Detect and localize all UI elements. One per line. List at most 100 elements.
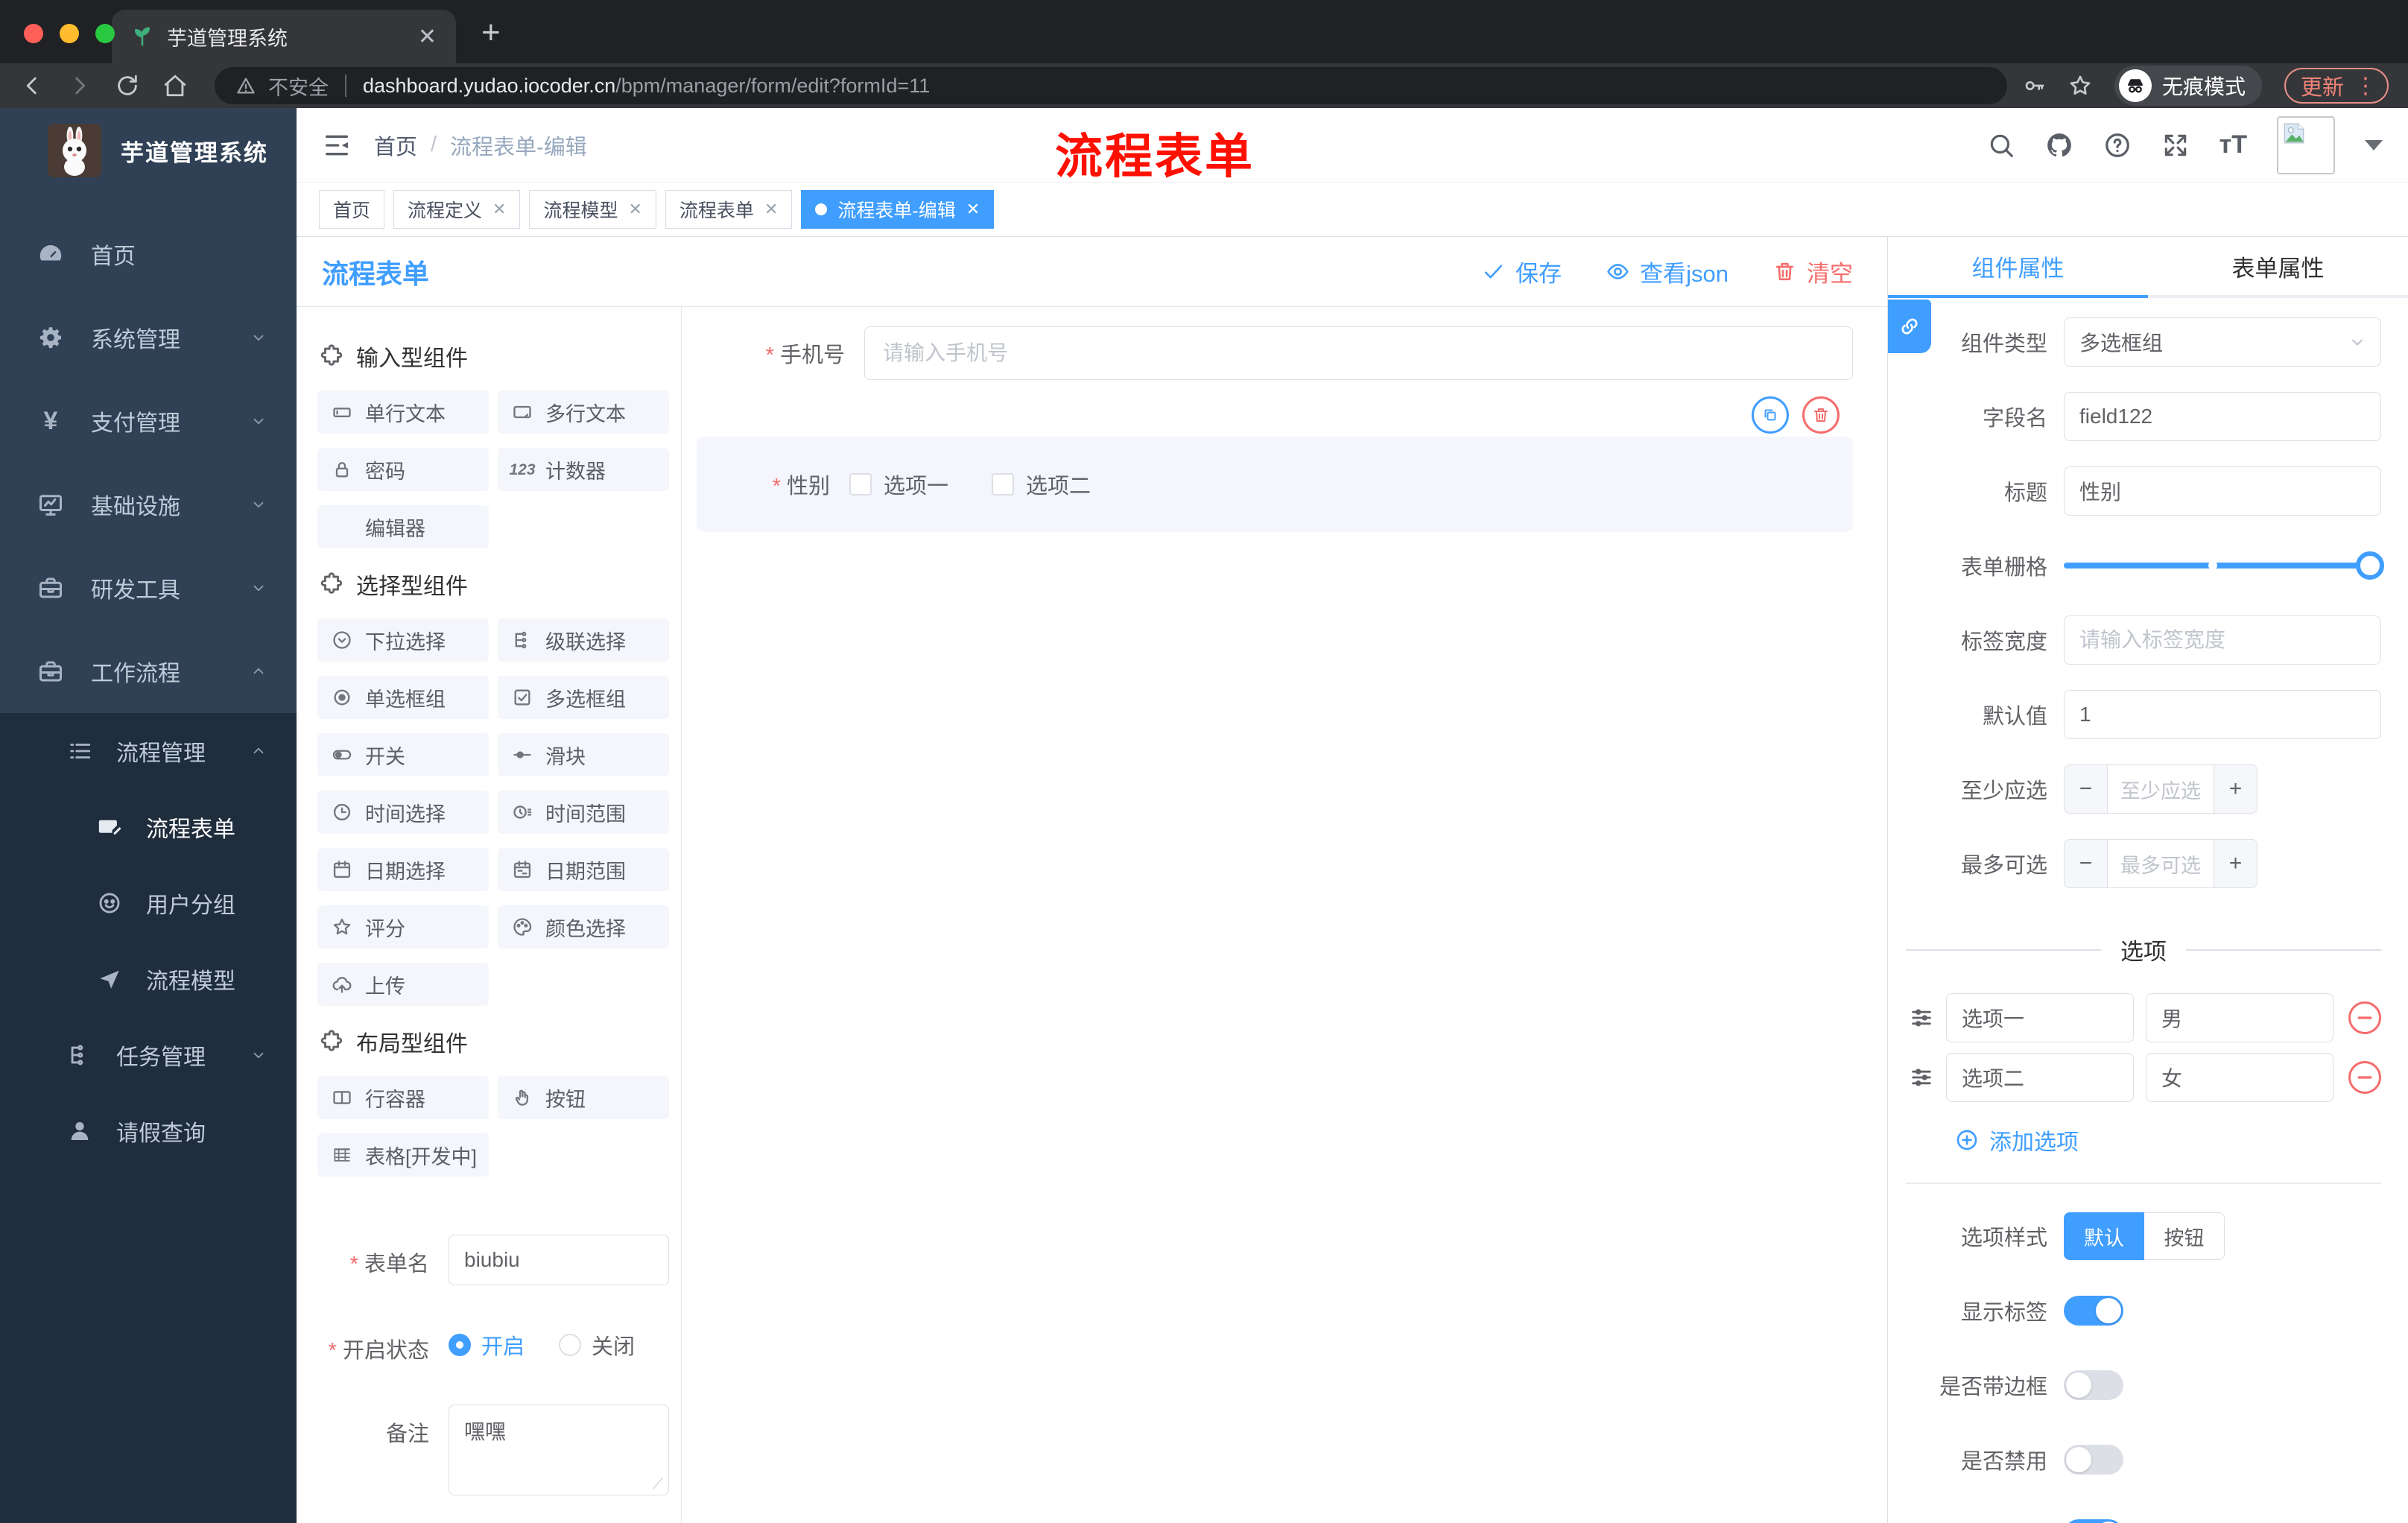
key-icon[interactable]: [2022, 74, 2046, 98]
label-width-input[interactable]: [2064, 615, 2381, 665]
form-name-input[interactable]: [449, 1235, 669, 1285]
sidebar-item-0[interactable]: 首页: [0, 212, 297, 296]
palette-chip-开关[interactable]: 开关: [317, 733, 489, 776]
field-name-input[interactable]: [2064, 392, 2381, 441]
option-value-input[interactable]: [2146, 993, 2333, 1042]
browser-menu-icon[interactable]: ⋮: [2354, 73, 2377, 99]
checkbox-选项二[interactable]: 选项二: [992, 469, 1091, 500]
address-bar[interactable]: 不安全 dashboard.yudao.iocoder.cn/bpm/manag…: [215, 67, 2007, 104]
palette-chip-表格[开发中][interactable]: 表格[开发中]: [317, 1133, 489, 1177]
palette-chip-密码[interactable]: 密码: [317, 448, 489, 491]
sidebar-subitem-2[interactable]: 用户分组: [0, 865, 297, 941]
save-button[interactable]: 保存: [1482, 255, 1562, 288]
option-label-input[interactable]: [1946, 993, 2134, 1042]
palette-chip-按钮[interactable]: 按钮: [498, 1076, 669, 1119]
delete-component-button[interactable]: [1802, 396, 1840, 434]
sidebar-subitem-3[interactable]: 流程模型: [0, 941, 297, 1017]
toggle-显示标签[interactable]: [2064, 1296, 2123, 1326]
back-icon[interactable]: [19, 73, 45, 98]
forward-icon[interactable]: [67, 73, 92, 98]
new-tab-button[interactable]: +: [481, 14, 501, 51]
sidebar-subitem-1[interactable]: 流程表单: [0, 789, 297, 865]
palette-chip-单选框组[interactable]: 单选框组: [317, 676, 489, 719]
palette-chip-计数器[interactable]: 123 计数器: [498, 448, 669, 491]
palette-chip-行容器[interactable]: 行容器: [317, 1076, 489, 1119]
component-type-select[interactable]: [2064, 317, 2381, 367]
zoom-window-button[interactable]: [95, 24, 115, 43]
option-value-input[interactable]: [2146, 1053, 2333, 1102]
tag-close-icon[interactable]: ✕: [628, 200, 641, 219]
copy-component-button[interactable]: [1752, 396, 1789, 434]
max-select-value[interactable]: 最多可选: [2108, 840, 2214, 887]
selected-gender-field[interactable]: 性别 选项一 选项二: [697, 396, 1853, 532]
view-json-button[interactable]: 查看json: [1606, 255, 1729, 288]
clear-button[interactable]: 清空: [1773, 255, 1853, 288]
tag-流程模型[interactable]: 流程模型 ✕: [529, 190, 656, 229]
palette-chip-下拉选择[interactable]: 下拉选择: [317, 618, 489, 662]
palette-chip-时间选择[interactable]: 时间选择: [317, 791, 489, 834]
form-canvas[interactable]: 手机号 性别 选项一 选项二: [682, 307, 1887, 1523]
plus-button[interactable]: +: [2214, 840, 2257, 887]
minus-button[interactable]: −: [2065, 765, 2108, 813]
github-icon[interactable]: [2045, 131, 2073, 159]
title-input[interactable]: [2064, 466, 2381, 516]
font-size-icon[interactable]: ᴛT: [2220, 130, 2247, 159]
palette-chip-上传[interactable]: 上传: [317, 963, 489, 1006]
tab-component-props[interactable]: 组件属性: [1888, 237, 2148, 298]
option-style-默认[interactable]: 默认: [2064, 1212, 2144, 1260]
slider-track[interactable]: [2064, 551, 2384, 580]
component-type-value[interactable]: [2064, 317, 2381, 367]
tag-首页[interactable]: 首页: [319, 190, 385, 229]
radio-status-on[interactable]: 开启: [449, 1329, 525, 1361]
user-avatar[interactable]: [2277, 115, 2335, 174]
bookmark-star-icon[interactable]: [2068, 74, 2092, 98]
breadcrumb-home[interactable]: 首页: [374, 130, 417, 161]
tag-close-icon[interactable]: ✕: [966, 200, 980, 219]
phone-input[interactable]: [864, 326, 1853, 380]
palette-chip-日期选择[interactable]: 日期选择: [317, 848, 489, 891]
sidebar-item-3[interactable]: 基础设施: [0, 463, 297, 546]
toggle-是否禁用[interactable]: [2064, 1445, 2123, 1475]
palette-chip-颜色选择[interactable]: 颜色选择: [498, 905, 669, 949]
fullscreen-icon[interactable]: [2161, 131, 2190, 159]
checkbox-box[interactable]: [849, 473, 872, 495]
tag-close-icon[interactable]: ✕: [764, 200, 778, 219]
toggle-是否必填[interactable]: [2064, 1519, 2123, 1523]
palette-chip-日期范围[interactable]: 日期范围: [498, 848, 669, 891]
remove-option-button[interactable]: [2348, 1001, 2381, 1034]
sidebar-subitem-4[interactable]: 任务管理: [0, 1017, 297, 1093]
form-grid-slider[interactable]: [2064, 551, 2384, 580]
reload-icon[interactable]: [115, 73, 140, 98]
option-label-input[interactable]: [1946, 1053, 2134, 1102]
palette-chip-单行文本[interactable]: 单行文本: [317, 390, 489, 434]
resize-grip-icon[interactable]: ⟋: [653, 1476, 663, 1493]
minimize-window-button[interactable]: [60, 24, 79, 43]
tab-close-icon[interactable]: ✕: [418, 24, 437, 50]
home-icon[interactable]: [162, 73, 188, 98]
form-remark-textarea[interactable]: 嘿嘿: [449, 1405, 669, 1495]
checkbox-选项一[interactable]: 选项一: [849, 469, 948, 500]
checkbox-box[interactable]: [992, 473, 1015, 495]
palette-chip-滑块[interactable]: 滑块: [498, 733, 669, 776]
help-icon[interactable]: [2103, 131, 2132, 159]
minus-button[interactable]: −: [2065, 840, 2108, 887]
palette-chip-时间范围[interactable]: 时间范围: [498, 791, 669, 834]
palette-chip-多选框组[interactable]: 多选框组: [498, 676, 669, 719]
default-value-input[interactable]: [2064, 690, 2381, 739]
sidebar-item-5[interactable]: 工作流程: [0, 630, 297, 713]
palette-chip-评分[interactable]: 评分: [317, 905, 489, 949]
tag-流程表单[interactable]: 流程表单 ✕: [665, 190, 793, 229]
palette-chip-编辑器[interactable]: 编辑器: [317, 505, 489, 548]
phone-field-row[interactable]: 手机号: [697, 326, 1853, 380]
palette-chip-多行文本[interactable]: 多行文本: [498, 390, 669, 434]
min-select-value[interactable]: 至少应选: [2108, 765, 2214, 813]
sidebar-item-4[interactable]: 研发工具: [0, 546, 297, 630]
palette-chip-级联选择[interactable]: 级联选择: [498, 618, 669, 662]
sidebar-item-2[interactable]: ¥ 支付管理: [0, 379, 297, 463]
avatar-caret-icon[interactable]: [2365, 139, 2383, 151]
sidebar-item-1[interactable]: 系统管理: [0, 296, 297, 379]
sidebar-subitem-5[interactable]: 请假查询: [0, 1093, 297, 1169]
remove-option-button[interactable]: [2348, 1061, 2381, 1094]
tab-form-props[interactable]: 表单属性: [2148, 237, 2408, 298]
slider-thumb[interactable]: [2356, 551, 2384, 580]
